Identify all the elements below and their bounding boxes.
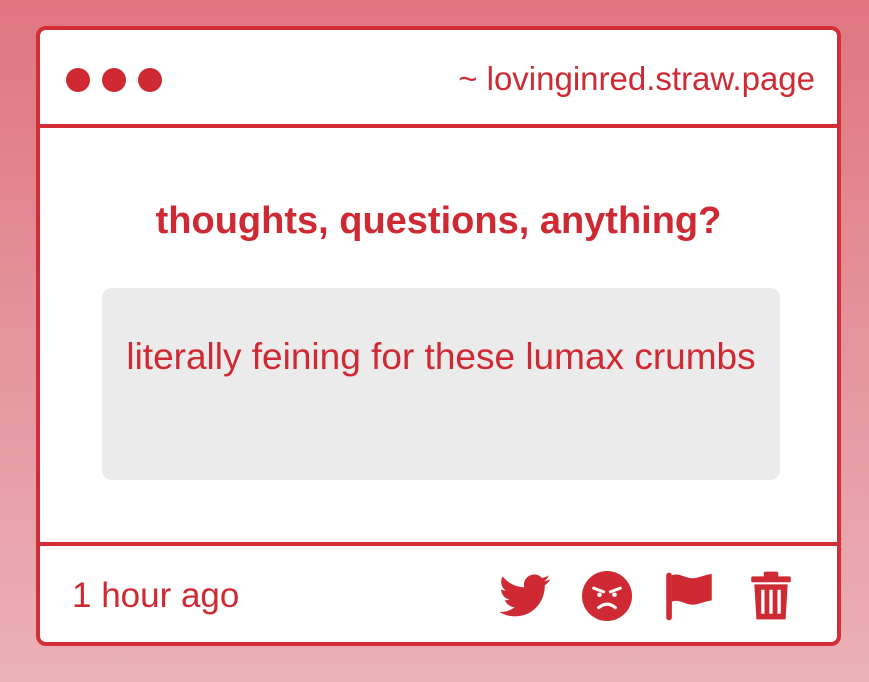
flag-icon bbox=[666, 572, 712, 621]
trash-icon bbox=[751, 571, 791, 620]
angry-react-button[interactable] bbox=[581, 570, 633, 622]
delete-button[interactable] bbox=[745, 570, 797, 622]
report-button[interactable] bbox=[663, 570, 715, 622]
prompt-heading: thoughts, questions, anything? bbox=[155, 200, 722, 242]
angry-face-icon bbox=[582, 571, 632, 621]
window-controls bbox=[66, 68, 162, 92]
twitter-share-button[interactable] bbox=[499, 570, 551, 622]
window-dot-3 bbox=[138, 68, 162, 92]
message-content: thoughts, questions, anything? literally… bbox=[40, 128, 837, 542]
message-text: literally feining for these lumax crumbs bbox=[126, 336, 756, 377]
message-card: ~ lovinginred.straw.page thoughts, quest… bbox=[36, 26, 841, 646]
window-dot-2 bbox=[102, 68, 126, 92]
action-bar bbox=[499, 570, 797, 622]
timestamp: 1 hour ago bbox=[72, 576, 240, 615]
window-titlebar: ~ lovinginred.straw.page bbox=[40, 30, 837, 128]
page-url[interactable]: ~ lovinginred.straw.page bbox=[458, 60, 815, 98]
twitter-bird-icon bbox=[499, 574, 551, 617]
window-dot-1 bbox=[66, 68, 90, 92]
message-box: literally feining for these lumax crumbs bbox=[102, 288, 780, 480]
message-footer: 1 hour ago bbox=[40, 542, 837, 646]
